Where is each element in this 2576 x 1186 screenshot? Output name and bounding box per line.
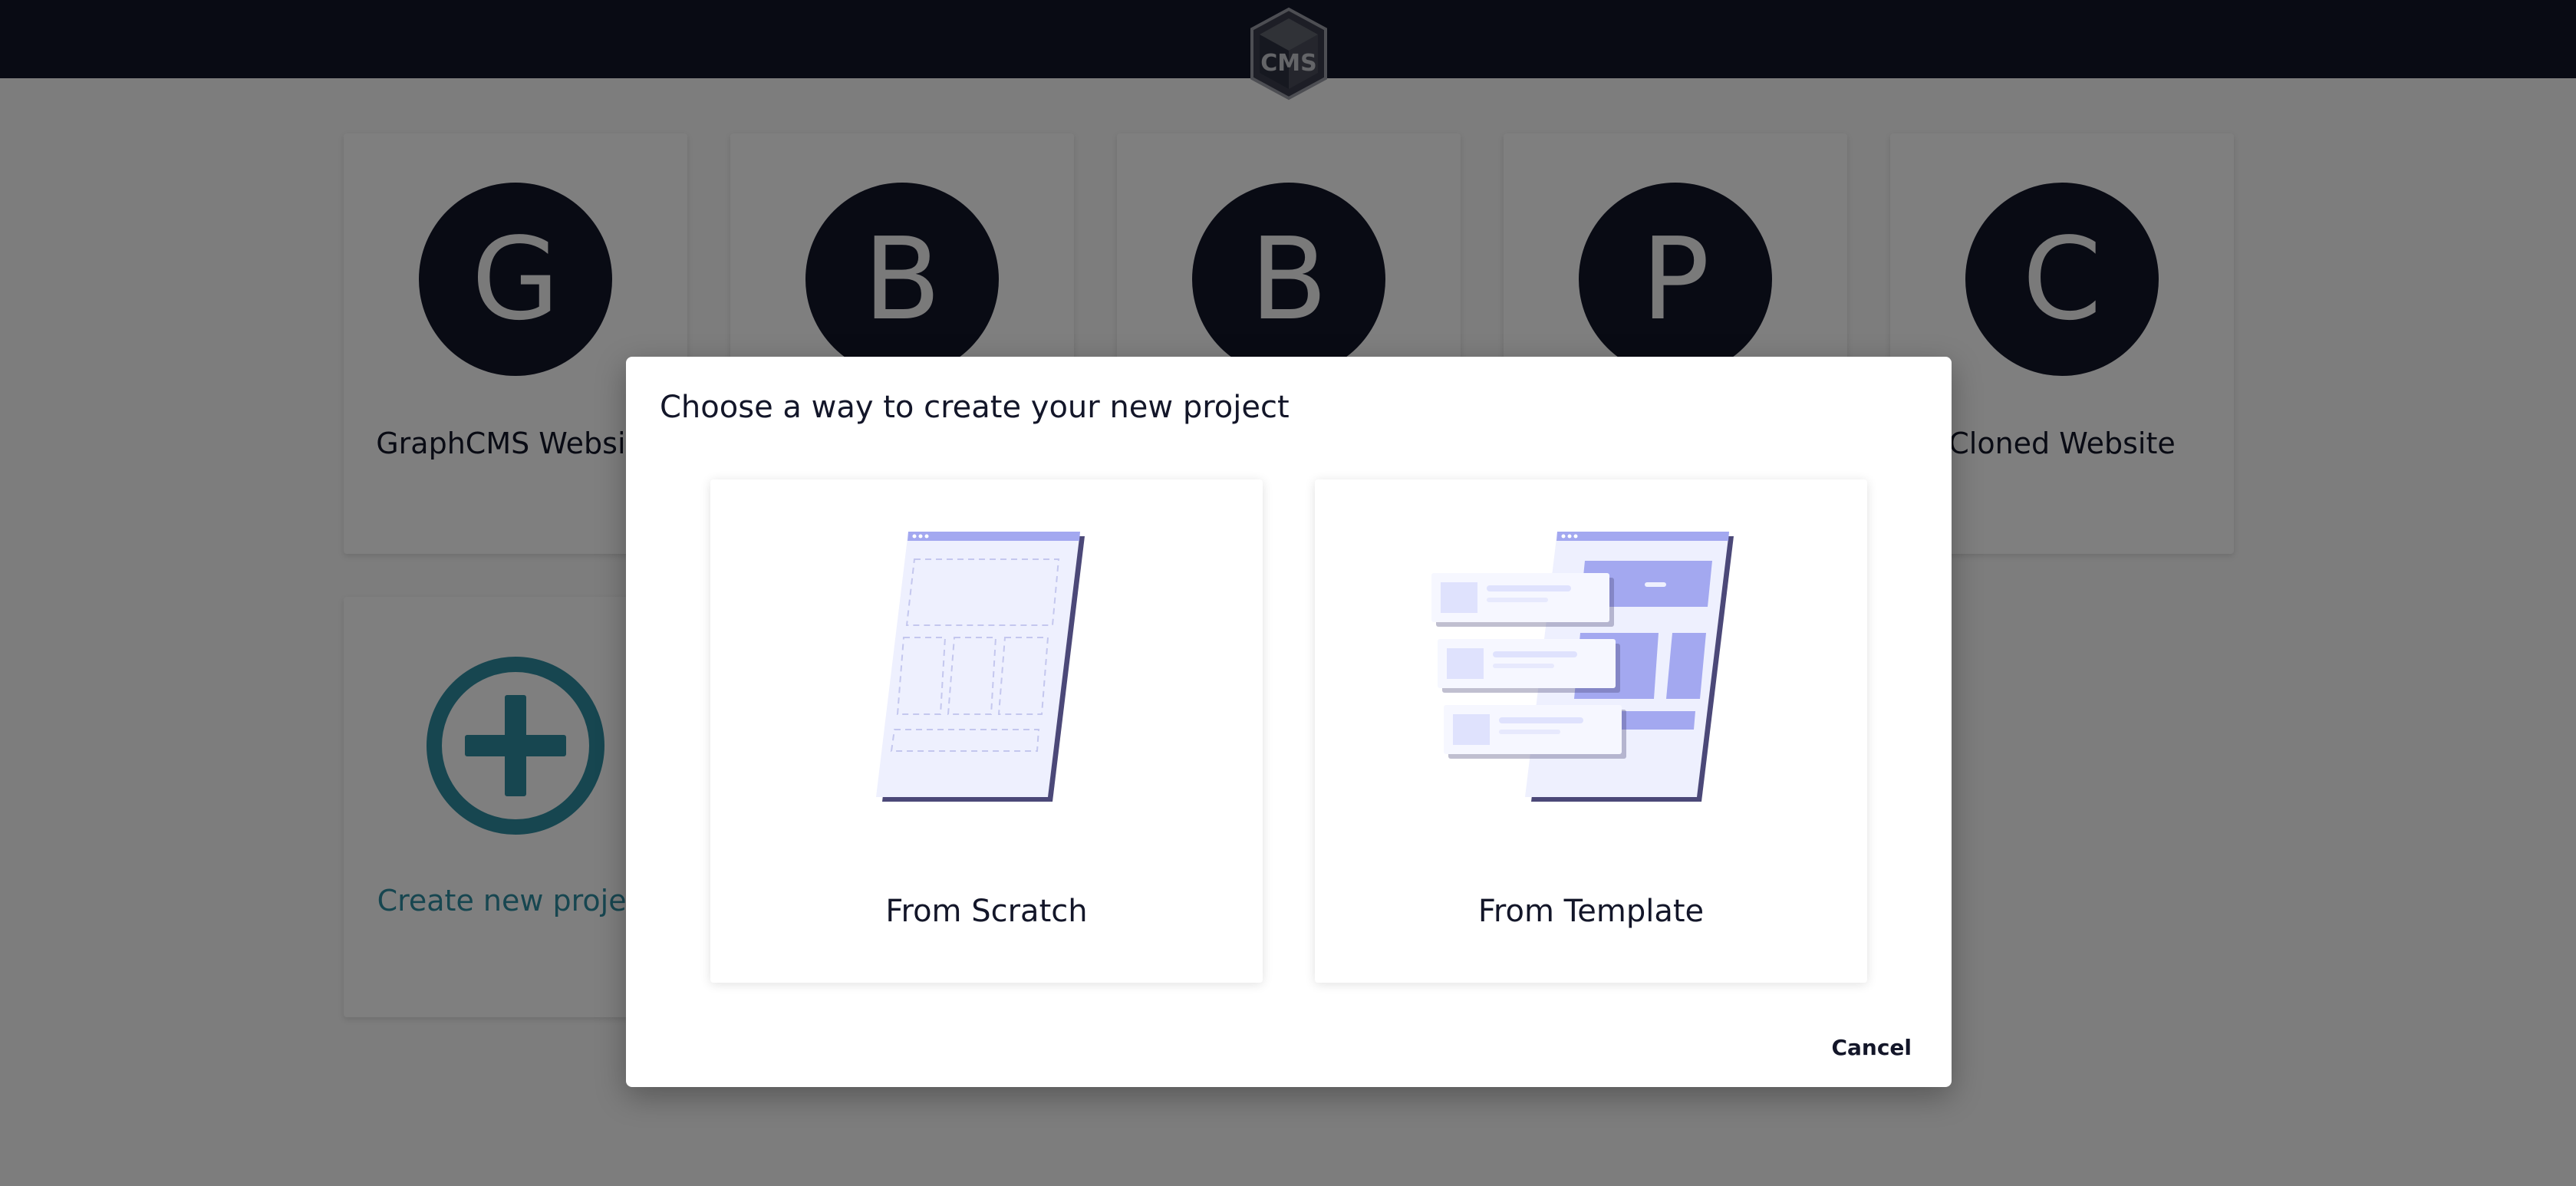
from-scratch-option[interactable]: From Scratch: [710, 479, 1263, 983]
template-page-illustration: [1431, 532, 1734, 802]
from-template-label: From Template: [1477, 894, 1705, 929]
cancel-button[interactable]: Cancel: [1831, 1035, 1912, 1060]
dialog-title: Choose a way to create your new project: [660, 390, 1290, 425]
from-template-option[interactable]: From Template: [1315, 479, 1867, 983]
create-project-dialog: Choose a way to create your new project …: [626, 357, 1952, 1087]
blank-page-illustration: [876, 532, 1085, 802]
from-scratch-label: From Scratch: [885, 894, 1088, 929]
